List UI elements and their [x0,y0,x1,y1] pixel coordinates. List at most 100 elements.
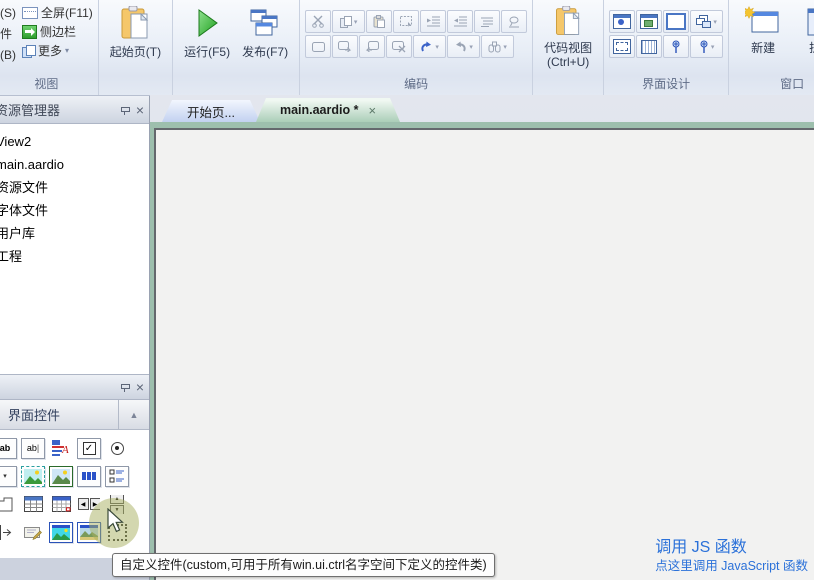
form-designer-canvas[interactable]: 调用 JS 函数 点这里调用 JavaScript 函数 [154,128,814,580]
tab-start-page[interactable]: 开始页... [162,100,260,122]
chevron-down-icon: ▾ [503,43,507,51]
pin-icon[interactable] [120,382,129,392]
chevron-down-icon: ▾ [469,43,473,51]
clipped-menu-item-2[interactable]: 件(B) [0,24,16,45]
fullscreen-button[interactable]: 全屏(F11) [22,3,93,22]
tree-item-font-files[interactable]: 字体文件 [0,199,149,222]
designer-frame: 调用 JS 函数 点这里调用 JavaScript 函数 [150,126,814,580]
controls-panel-title: 界面控件 [8,405,60,424]
progressbar-control-item[interactable] [77,466,101,487]
design-group-label: 界面设计 [609,74,723,95]
find-button[interactable]: ▾ [481,35,514,58]
bookmark-next-button[interactable] [332,35,358,58]
grid-toggle-button[interactable] [636,35,662,58]
ribbon-group-run: 运行(F5) 发布(F7) [172,0,299,95]
controls-section-bar[interactable]: 界面控件 ▲ [0,400,149,430]
fullscreen-icon [22,7,38,19]
collapse-button[interactable]: ▲ [118,400,149,429]
form-border-button[interactable] [663,10,689,33]
indent-button[interactable] [420,10,446,33]
window-border-icon [666,13,686,30]
js-call-link[interactable]: 点这里调用 JavaScript 函数 [655,558,808,574]
anchor-button[interactable] [663,35,689,58]
undo-button[interactable]: ▾ [413,35,446,58]
select-form-button[interactable] [609,35,635,58]
checkbox-control-item[interactable]: ✓ [77,438,101,459]
image-control-item[interactable] [49,522,73,543]
format-lines-button[interactable] [474,10,500,33]
tree-item-resource-files[interactable]: 资源文件 [0,176,149,199]
clipboard-icon [118,6,152,42]
cut-button[interactable] [305,10,331,33]
close-tab-icon[interactable]: × [368,103,376,118]
picturebox-control-item[interactable] [49,466,73,487]
view-group-label: 视图 [0,74,93,95]
bring-to-front-button[interactable]: ▾ [690,10,723,33]
grid-dots-icon [641,40,657,54]
tab-control-item[interactable] [0,495,16,514]
select-block-button[interactable] [393,10,419,33]
redo-button[interactable]: ▾ [447,35,480,58]
chevron-down-icon: ▾ [435,43,439,51]
form-properties-button[interactable] [609,10,635,33]
code-view-button[interactable]: 代码视图(Ctrl+U) [538,3,598,72]
tab-strip: 开始页... main.aardio * × [150,95,814,122]
publish-windows-icon [247,6,283,42]
tree-item-view2[interactable]: View2 [0,130,149,153]
close-icon[interactable]: × [136,380,144,394]
splitter-control-item[interactable] [0,523,16,542]
ribbon-group-coding: ▾ [299,0,532,95]
copy-button[interactable]: ▾ [332,10,365,33]
check-icon: ✓ [83,442,96,455]
calendar-control-item[interactable] [50,495,72,514]
mouse-cursor [106,508,128,534]
run-button[interactable]: 运行(F5) [178,3,236,62]
bookmark-button[interactable] [305,35,331,58]
close-icon[interactable]: × [136,103,144,117]
js-call-title[interactable]: 调用 JS 函数 [655,538,808,558]
anchor-menu-button[interactable]: ▾ [690,35,723,58]
publish-button[interactable]: 发布(F7) [236,3,294,62]
listview-control-item[interactable] [105,466,129,487]
explorer-panel-header: 资源管理器 × [0,96,149,124]
start-page-button[interactable]: 起始页(T) [104,3,167,62]
clipboard-icon [552,6,584,38]
tree-item-main-aardio[interactable]: main.aardio [0,153,149,176]
paste-button[interactable] [366,10,392,33]
split-window-button[interactable]: 拆分 ▾ [792,3,814,67]
coding-group-label: 编码 [305,74,527,95]
static-control-item[interactable]: ab [0,438,17,459]
edit-control-item[interactable]: ab| [21,438,45,459]
picture-control-item[interactable] [21,466,45,487]
sidebar-toggle-button[interactable]: 侧边栏 [22,22,93,41]
anchor-pin-icon [699,40,709,54]
anchor-pin-icon [671,40,681,54]
combobox-control-item[interactable]: ▾ [0,466,17,487]
radiobutton-control-item[interactable] [106,439,128,458]
cascade-windows-icon [696,15,711,28]
outdent-button[interactable] [447,10,473,33]
sidebar-icon [22,25,37,39]
chevron-down-icon: ▾ [713,18,717,26]
form-preview-button[interactable] [636,10,662,33]
js-call-block: 调用 JS 函数 点这里调用 JavaScript 函数 [655,538,808,574]
ribbon-group-startpage: 起始页(T) [98,0,172,95]
richedit-control-item[interactable]: A [50,439,72,458]
tree-item-user-lib[interactable]: 用户库 [0,222,149,245]
chevron-down-icon: ▾ [65,46,69,55]
chevron-down-icon: ▾ [711,43,715,51]
ribbon-group-codeview: 代码视图(Ctrl+U) [532,0,603,95]
bookmark-clear-button[interactable] [386,35,412,58]
grid-control-item[interactable] [22,495,44,514]
more-button[interactable]: 更多 ▾ [22,41,93,60]
chevron-up-icon: ▲ [130,410,139,420]
clipped-menu-item-1[interactable]: (S) [0,3,16,24]
new-window-button[interactable]: 新建 [734,3,792,58]
comment-button[interactable] [501,10,527,33]
window-gear-icon [613,14,631,29]
tab-main-aardio[interactable]: main.aardio * × [256,98,400,122]
bookmark-prev-button[interactable] [359,35,385,58]
tree-item-project[interactable]: 工程 [0,245,149,268]
pin-icon[interactable] [120,105,129,115]
hotkey-control-item[interactable] [22,523,44,542]
